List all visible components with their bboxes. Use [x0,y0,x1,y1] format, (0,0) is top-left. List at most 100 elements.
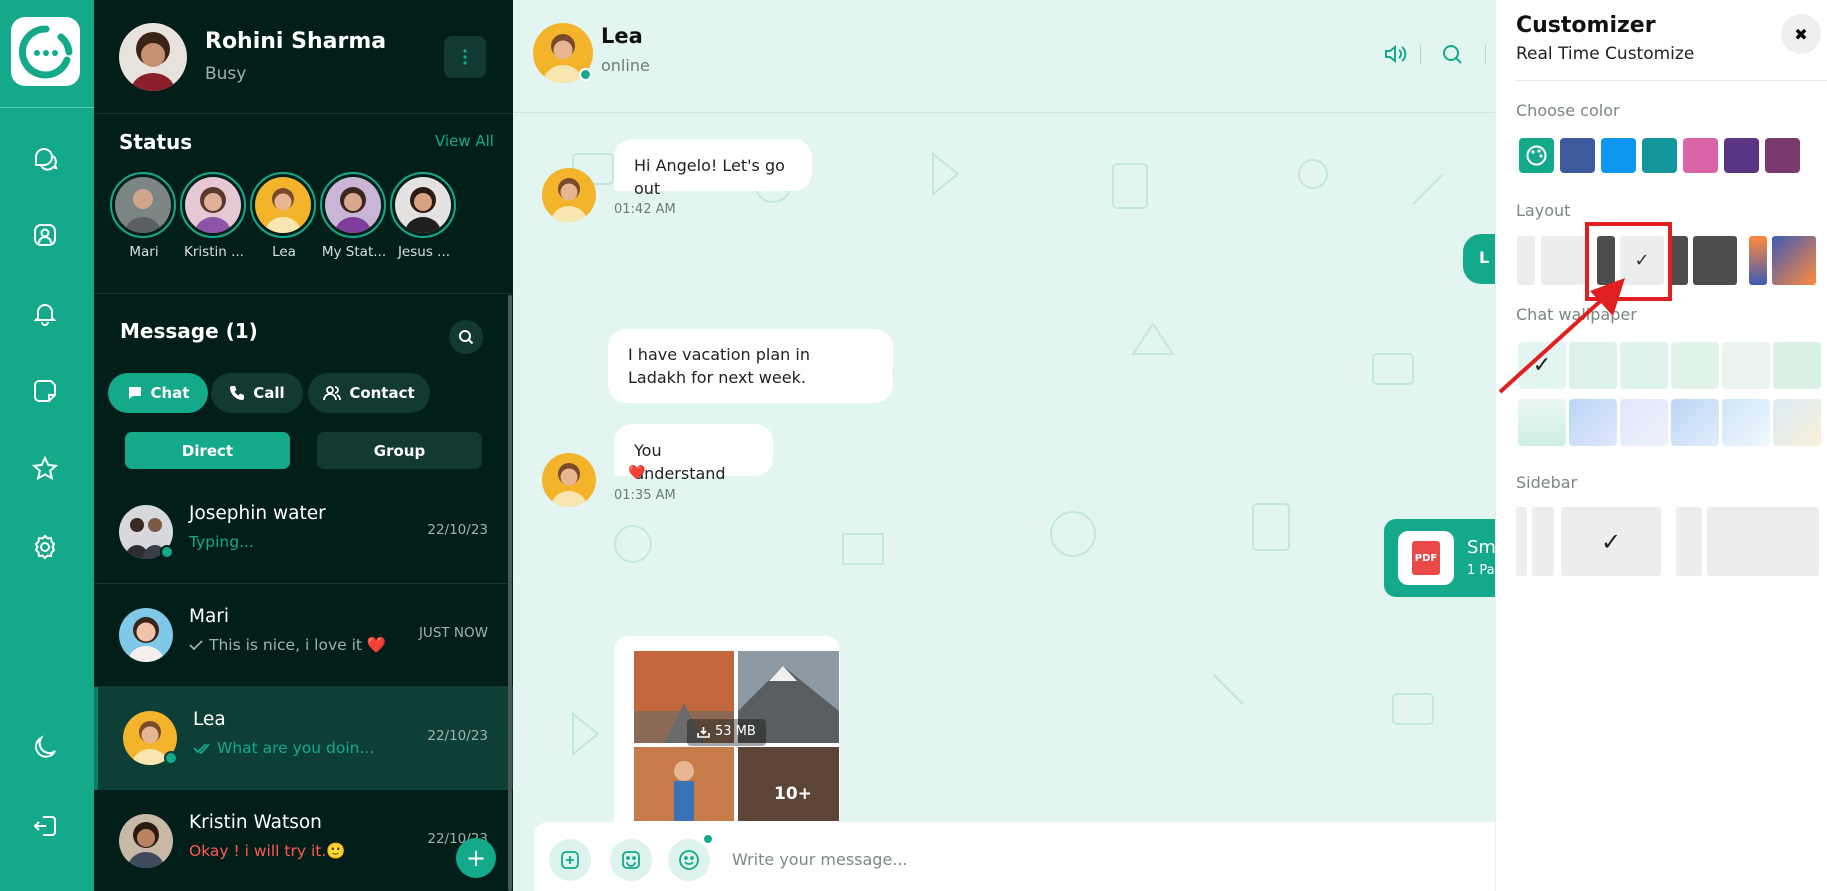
tab-contact[interactable]: Contact [308,373,430,413]
logout-icon[interactable] [24,805,66,847]
wallpaper-option[interactable] [1773,399,1821,446]
search-icon [459,330,474,345]
wallpaper-option[interactable] [1569,399,1617,446]
speaker-icon[interactable] [1381,40,1409,68]
sidebar-option-selected[interactable]: ✓ [1561,507,1661,576]
sidebar-option[interactable] [1516,507,1527,576]
profile-status: Busy [205,64,247,84]
message-preview: Okay ! i will try it.🙂 [189,842,346,860]
customizer-subtitle: Real Time Customize [1516,44,1695,64]
contact-name: Josephin water [189,503,326,524]
status-story[interactable]: Kristin ... [180,172,248,260]
wallpaper-option[interactable] [1569,342,1617,389]
status-story[interactable]: Lea [250,172,318,260]
wallpaper-option[interactable] [1671,399,1719,446]
layout-option-dark[interactable] [1670,236,1688,285]
sidebar-option[interactable] [1532,507,1554,576]
documents-nav-icon[interactable] [24,370,66,412]
search-icon[interactable] [1438,40,1466,68]
chats-nav-icon[interactable] [24,137,66,179]
group-segment-button[interactable]: Group [317,432,482,469]
sticker-button[interactable] [610,839,652,881]
tab-call[interactable]: Call [211,373,303,413]
color-swatch[interactable] [1724,138,1759,173]
story-name: Kristin ... [184,244,244,260]
tab-call-label: Call [253,384,285,402]
more-options-button[interactable] [444,36,486,78]
story-name: Jesus ... [397,244,451,260]
color-swatch[interactable] [1683,138,1718,173]
contact-name: Kristin Watson [189,812,322,833]
chat-logo-icon [18,24,72,78]
contact-avatar [119,814,173,868]
profile-avatar[interactable] [119,23,187,91]
wallpaper-option[interactable] [1620,399,1668,446]
layout-option-light[interactable] [1541,236,1585,285]
tab-chat[interactable]: Chat [108,373,208,413]
message-search-button[interactable] [449,320,483,354]
message-input[interactable] [732,843,1432,875]
download-size-badge[interactable]: 53 MB [687,719,766,746]
color-swatch-selected[interactable] [1519,138,1554,173]
direct-segment-button[interactable]: Direct [125,432,290,469]
view-all-link[interactable]: View All [435,132,494,150]
wallpaper-option-selected[interactable]: ✓ [1518,342,1566,389]
chat-contact-name: Lea [601,24,643,48]
status-story[interactable]: Jesus ... [390,172,458,260]
sidebar-label: Sidebar [1516,473,1578,492]
layout-option-dark[interactable] [1693,236,1737,285]
media-message[interactable]: 53 MB 10+ [614,636,840,836]
outgoing-file-message[interactable]: PDF Sm 1 Pag [1384,519,1495,597]
customizer-panel: Customizer Real Time Customize ✖ Choose … [1495,0,1827,891]
attach-button[interactable] [549,839,591,881]
outgoing-message: L [1463,234,1495,284]
layout-option-light[interactable] [1517,236,1535,285]
story-avatar [185,177,241,233]
message-composer [534,822,1495,891]
wallpaper-option[interactable] [1773,342,1821,389]
left-rail [0,0,94,891]
dark-mode-moon-icon[interactable] [24,726,66,768]
conversation-item[interactable]: Mari This is nice, i love it ❤️ JUST NOW [94,584,513,687]
close-customizer-button[interactable]: ✖ [1781,14,1821,54]
notifications-nav-icon[interactable] [24,292,66,334]
status-story[interactable]: My Stat... [320,172,388,260]
heart-reaction: ❤️ [628,465,646,481]
conversation-item-active[interactable]: Lea What are you doin... 22/10/23 [94,687,513,790]
sidebar-option[interactable] [1707,507,1819,576]
wallpaper-option[interactable] [1722,399,1770,446]
layout-option-selected-check[interactable]: ✓ [1620,236,1664,285]
chat-header: Lea online [513,0,1495,113]
chat-area: Lea online Hi Angelo! Let's go out 01:42… [513,0,1495,891]
chat-list-scrollbar[interactable] [508,295,512,891]
emoji-button[interactable] [668,835,712,881]
new-chat-fab-button[interactable]: + [456,838,496,878]
conversation-item[interactable]: Josephin water Typing... 22/10/23 [94,481,513,584]
color-swatch[interactable] [1601,138,1636,173]
people-icon [323,386,342,401]
layout-option-gradient[interactable] [1749,236,1767,285]
contacts-nav-icon[interactable] [24,214,66,256]
wallpaper-option[interactable] [1620,342,1668,389]
layout-option-selected[interactable] [1597,236,1615,285]
tab-contact-label: Contact [349,384,415,402]
color-swatch[interactable] [1560,138,1595,173]
divider [94,293,513,294]
wallpaper-option[interactable] [1671,342,1719,389]
sidebar-option[interactable] [1676,507,1702,576]
layout-option-gradient[interactable] [1772,236,1816,285]
color-swatch[interactable] [1642,138,1677,173]
favorites-star-icon[interactable] [24,448,66,490]
tab-chat-label: Chat [150,384,190,402]
header-divider [1485,44,1486,64]
story-name: My Stat... [321,244,387,260]
status-story[interactable]: Mari [110,172,178,260]
settings-gear-icon[interactable] [24,526,66,568]
kebab-menu-icon [463,49,467,65]
wallpaper-option[interactable] [1518,399,1566,446]
app-logo[interactable] [11,17,80,86]
file-name: Sm [1467,537,1495,558]
color-swatch[interactable] [1765,138,1800,173]
conversation-item[interactable]: Kristin Watson Okay ! i will try it.🙂 22… [94,790,513,891]
wallpaper-option[interactable] [1722,342,1770,389]
